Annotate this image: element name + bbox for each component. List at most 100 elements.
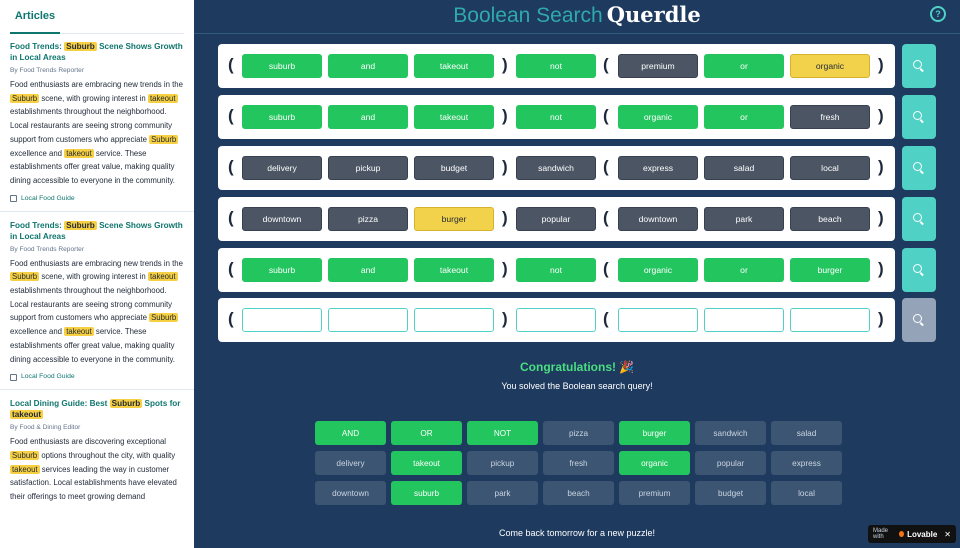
word-tile: organic (618, 105, 698, 129)
keyboard-key[interactable]: park (467, 481, 538, 505)
article-author: By Food & Dining Editor (10, 424, 81, 432)
keyboard-key[interactable]: pickup (467, 451, 538, 475)
keyboard-key[interactable]: burger (619, 421, 690, 445)
word-tile: takeout (414, 258, 494, 282)
book-icon (10, 373, 17, 381)
open-paren: ( (228, 106, 234, 125)
word-tile: or (704, 54, 784, 78)
empty-word-slot[interactable] (704, 308, 784, 332)
open-paren: ( (603, 55, 609, 74)
keyboard-key[interactable]: premium (619, 481, 690, 505)
open-paren: ( (228, 55, 234, 74)
word-tile: takeout (414, 105, 494, 129)
word-tile: or (704, 258, 784, 282)
word-tile: delivery (242, 156, 322, 180)
keyboard-key[interactable]: budget (695, 481, 766, 505)
keyboard-key[interactable]: downtown (315, 481, 386, 505)
article-title[interactable]: Food Trends: Suburb Scene Shows Growth i… (10, 41, 184, 63)
open-paren: ( (603, 259, 609, 278)
submit-search-button[interactable] (902, 298, 936, 342)
word-tile: local (790, 156, 870, 180)
word-tile: salad (704, 156, 784, 180)
word-tile: burger (414, 207, 494, 231)
congrats-message: Congratulations! 🎉 (520, 360, 634, 374)
word-tile: takeout (414, 54, 494, 78)
empty-word-slot[interactable] (242, 308, 322, 332)
word-tile: organic (618, 258, 698, 282)
submit-search-button[interactable] (902, 44, 936, 88)
open-paren: ( (228, 208, 234, 227)
empty-word-slot[interactable] (414, 308, 494, 332)
comeback-message: Come back tomorrow for a new puzzle! (498, 528, 656, 538)
close-paren: ) (878, 309, 884, 328)
empty-word-slot[interactable] (790, 308, 870, 332)
word-tile: express (618, 156, 698, 180)
search-icon (913, 314, 925, 326)
close-paren: ) (878, 106, 884, 125)
search-icon (913, 162, 925, 174)
keyboard-key[interactable]: fresh (543, 451, 614, 475)
open-paren: ( (603, 309, 609, 328)
keyboard-key[interactable]: suburb (391, 481, 462, 505)
open-paren: ( (228, 259, 234, 278)
keyboard-key[interactable]: takeout (391, 451, 462, 475)
close-paren: ) (878, 55, 884, 74)
keyboard-key[interactable]: popular (695, 451, 766, 475)
article-title[interactable]: Local Dining Guide: Best Suburb Spots fo… (10, 398, 184, 420)
word-tile: downtown (618, 207, 698, 231)
keyboard-key[interactable]: AND (315, 421, 386, 445)
search-icon (913, 213, 925, 225)
article-body: Food enthusiasts are embracing new trend… (10, 258, 183, 364)
help-icon[interactable]: ? (930, 6, 946, 22)
article-author: By Food Trends Reporter (10, 245, 85, 253)
submit-search-button[interactable] (902, 146, 936, 190)
word-tile: downtown (242, 207, 322, 231)
search-icon (913, 60, 925, 72)
sidebar-tabs: Articles (10, 0, 184, 34)
word-tile: budget (414, 156, 494, 180)
word-tile: or (704, 105, 784, 129)
keyboard-key[interactable]: local (771, 481, 842, 505)
article-source-link[interactable]: Local Food Guide (10, 372, 184, 382)
close-paren: ) (502, 106, 508, 125)
submit-search-button[interactable] (902, 248, 936, 292)
keyboard-key[interactable]: OR (391, 421, 462, 445)
keyboard-key[interactable]: salad (771, 421, 842, 445)
guess-row: () () suburb and takeout not organic or fresh (218, 95, 895, 139)
article-author: By Food Trends Reporter (10, 67, 85, 74)
submit-search-button[interactable] (902, 197, 936, 241)
article-card: Food Trends: Suburb Scene Shows Growth i… (0, 210, 194, 383)
word-tile: and (328, 54, 408, 78)
article-body: Food enthusiasts are embracing new trend… (10, 80, 183, 185)
open-paren: ( (228, 309, 234, 328)
keyboard-key[interactable]: delivery (315, 451, 386, 475)
empty-word-slot[interactable] (516, 308, 596, 332)
submit-search-button[interactable] (902, 95, 936, 139)
word-tile: and (328, 258, 408, 282)
empty-word-slot[interactable] (618, 308, 698, 332)
word-tile: burger (790, 258, 870, 282)
article-title[interactable]: Food Trends: Suburb Scene Shows Growth i… (10, 220, 184, 242)
keyboard-key[interactable]: NOT (467, 421, 538, 445)
word-tile: suburb (242, 105, 322, 129)
close-icon[interactable]: ✕ (944, 530, 951, 539)
guess-row: () () (218, 298, 895, 342)
book-icon (10, 195, 17, 203)
empty-word-slot[interactable] (328, 308, 408, 332)
open-paren: ( (603, 208, 609, 227)
search-icon (913, 111, 925, 123)
article-source-link[interactable]: Local Food Guide (10, 194, 184, 204)
word-tile: beach (790, 207, 870, 231)
keyboard-key[interactable]: pizza (543, 421, 614, 445)
close-paren: ) (502, 157, 508, 176)
keyboard-key[interactable]: express (771, 451, 842, 475)
articles-sidebar: Articles Food Trends: Suburb Scene Shows… (0, 0, 194, 548)
party-icon: 🎉 (619, 360, 634, 374)
keyboard-key[interactable]: organic (619, 451, 690, 475)
keyboard-key[interactable]: beach (543, 481, 614, 505)
article-body: Food enthusiasts are discovering excepti… (10, 437, 177, 502)
tab-articles[interactable]: Articles (10, 0, 60, 34)
open-paren: ( (603, 106, 609, 125)
made-with-lovable-badge[interactable]: Made with Lovable ✕ (868, 525, 956, 543)
keyboard-key[interactable]: sandwich (695, 421, 766, 445)
